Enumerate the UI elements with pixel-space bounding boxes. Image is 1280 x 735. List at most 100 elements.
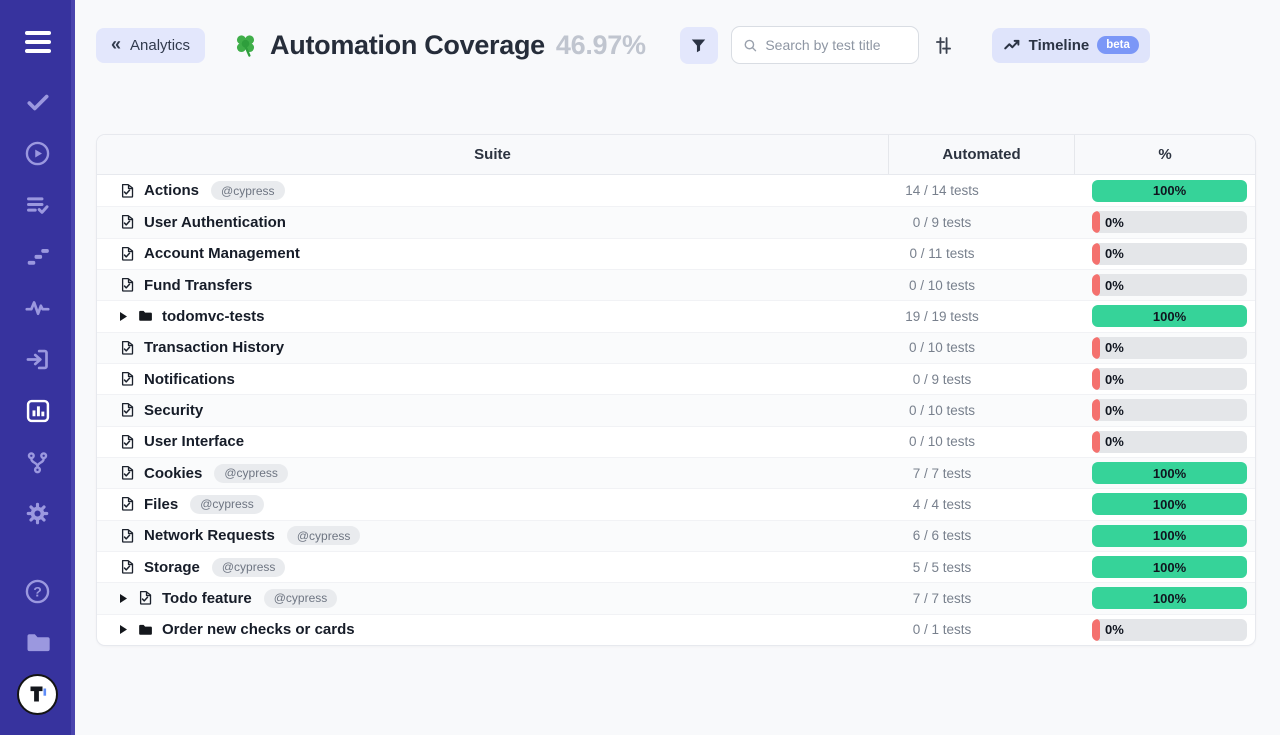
- table-row[interactable]: Notifications0 / 9 tests0%: [97, 363, 1255, 394]
- list-check-icon[interactable]: [0, 179, 75, 231]
- coverage-bar-cell: 0%: [1074, 368, 1255, 390]
- suite-tag[interactable]: @cypress: [264, 589, 338, 608]
- folder-icon: [137, 622, 154, 638]
- suite-name[interactable]: User Interface: [144, 433, 244, 450]
- column-header-percent[interactable]: %: [1074, 135, 1255, 174]
- file-check-icon: [119, 527, 136, 545]
- search-box[interactable]: [731, 26, 919, 64]
- table-row[interactable]: Transaction History 0 / 10 tests 0%: [97, 332, 1255, 363]
- coverage-bar-fill: [1092, 211, 1100, 233]
- suite-name[interactable]: Account Management: [144, 245, 300, 262]
- coverage-percent-label: 100%: [1153, 466, 1186, 481]
- coverage-percent-label: 0%: [1105, 340, 1124, 355]
- automated-count: 0 / 10 tests: [888, 340, 1074, 355]
- suite-name[interactable]: Storage: [144, 559, 200, 576]
- filter-button[interactable]: [680, 27, 718, 64]
- advanced-filters-button[interactable]: [933, 35, 954, 56]
- table-row[interactable]: Files@cypress4 / 4 tests100%: [97, 488, 1255, 519]
- sidebar-nav: [0, 70, 75, 540]
- automated-count: 7 / 7 tests: [888, 591, 1074, 606]
- coverage-bar: 100%: [1092, 556, 1247, 578]
- activity-icon[interactable]: [0, 282, 75, 334]
- analytics-bar-chart-icon[interactable]: [0, 385, 75, 437]
- suite-name[interactable]: Network Requests: [144, 527, 275, 544]
- beta-badge: beta: [1097, 36, 1139, 54]
- login-icon[interactable]: [0, 334, 75, 386]
- suite-name[interactable]: Order new checks or cards: [162, 621, 355, 638]
- table-row[interactable]: todomvc-tests 19 / 19 tests 100%: [97, 300, 1255, 331]
- clover-icon: [232, 32, 259, 59]
- git-branch-icon[interactable]: [0, 437, 75, 489]
- table-row[interactable]: Cookies@cypress7 / 7 tests100%: [97, 457, 1255, 488]
- settings-gear-icon[interactable]: [0, 488, 75, 540]
- help-icon[interactable]: ?: [0, 566, 75, 618]
- suite-name[interactable]: Files: [144, 496, 178, 513]
- menu-icon[interactable]: [0, 14, 75, 70]
- coverage-bar-fill: [1092, 337, 1100, 359]
- coverage-percent-label: 100%: [1153, 560, 1186, 575]
- coverage-bar-cell: 100%: [1074, 525, 1255, 547]
- coverage-bar: 100%: [1092, 587, 1247, 609]
- steps-icon[interactable]: [0, 231, 75, 283]
- funnel-icon: [690, 37, 707, 54]
- coverage-percent-label: 100%: [1153, 183, 1186, 198]
- coverage-percent-label: 0%: [1105, 215, 1124, 230]
- projects-folder-icon[interactable]: [0, 617, 75, 669]
- sidebar-bottom-nav: ?: [0, 566, 75, 721]
- menu-bar: [25, 49, 51, 54]
- play-circle-icon[interactable]: [0, 128, 75, 180]
- table-row[interactable]: Actions@cypress14 / 14 tests100%: [97, 175, 1255, 206]
- timeline-button[interactable]: Timeline beta: [992, 28, 1150, 63]
- suite-name[interactable]: Fund Transfers: [144, 277, 252, 294]
- table-row[interactable]: Security0 / 10 tests0%: [97, 394, 1255, 425]
- back-to-analytics-button[interactable]: « Analytics: [96, 28, 205, 63]
- suite-name[interactable]: todomvc-tests: [162, 308, 265, 325]
- suite-tag[interactable]: @cypress: [212, 558, 286, 577]
- suite-name[interactable]: Security: [144, 402, 203, 419]
- table-row[interactable]: User Authentication0 / 9 tests0%: [97, 206, 1255, 237]
- coverage-bar-fill: [1092, 619, 1100, 641]
- table-row[interactable]: User Interface0 / 10 tests0%: [97, 426, 1255, 457]
- coverage-bar-fill: [1092, 274, 1100, 296]
- suite-tag[interactable]: @cypress: [214, 464, 288, 483]
- expand-caret-icon[interactable]: [119, 624, 128, 635]
- column-header-suite[interactable]: Suite: [97, 135, 888, 174]
- search-input[interactable]: [765, 37, 906, 53]
- file-check-icon: [119, 370, 136, 388]
- table-row[interactable]: Network Requests@cypress6 / 6 tests100%: [97, 520, 1255, 551]
- suite-name[interactable]: Transaction History: [144, 339, 284, 356]
- automated-count: 19 / 19 tests: [888, 309, 1074, 324]
- coverage-bar-cell: 0%: [1074, 211, 1255, 233]
- suite-cell: Network Requests @cypress: [97, 526, 888, 545]
- suite-name[interactable]: Notifications: [144, 371, 235, 388]
- coverage-bar: 0%: [1092, 368, 1247, 390]
- suite-name[interactable]: Cookies: [144, 465, 202, 482]
- coverage-percent-label: 100%: [1153, 309, 1186, 324]
- suite-cell: User Interface: [97, 433, 888, 451]
- suite-tag[interactable]: @cypress: [211, 181, 285, 200]
- table-row[interactable]: Storage@cypress5 / 5 tests100%: [97, 551, 1255, 582]
- expand-caret-icon[interactable]: [119, 593, 128, 604]
- table-row[interactable]: Order new checks or cards0 / 1 tests0%: [97, 614, 1255, 645]
- table-row[interactable]: Fund Transfers0 / 10 tests0%: [97, 269, 1255, 300]
- table-row[interactable]: Todo feature @cypress 7 / 7 tests 100%: [97, 582, 1255, 613]
- coverage-bar: 0%: [1092, 431, 1247, 453]
- column-header-automated[interactable]: Automated: [888, 135, 1074, 174]
- testomat-logo[interactable]: [0, 669, 75, 721]
- coverage-bar-fill: [1092, 399, 1100, 421]
- suite-tag[interactable]: @cypress: [190, 495, 264, 514]
- suite-cell: Fund Transfers: [97, 276, 888, 294]
- coverage-percent-label: 100%: [1153, 497, 1186, 512]
- coverage-bar: 100%: [1092, 493, 1247, 515]
- file-check-icon: [119, 276, 136, 294]
- suite-name[interactable]: Actions: [144, 182, 199, 199]
- suite-tag[interactable]: @cypress: [287, 526, 361, 545]
- suite-name[interactable]: Todo feature: [162, 590, 252, 607]
- suite-name[interactable]: User Authentication: [144, 214, 286, 231]
- svg-text:?: ?: [33, 583, 42, 599]
- coverage-bar-cell: 0%: [1074, 274, 1255, 296]
- table-row[interactable]: Account Management0 / 11 tests0%: [97, 238, 1255, 269]
- check-icon[interactable]: [0, 76, 75, 128]
- expand-caret-icon[interactable]: [119, 311, 128, 322]
- suite-cell: Order new checks or cards: [97, 621, 888, 638]
